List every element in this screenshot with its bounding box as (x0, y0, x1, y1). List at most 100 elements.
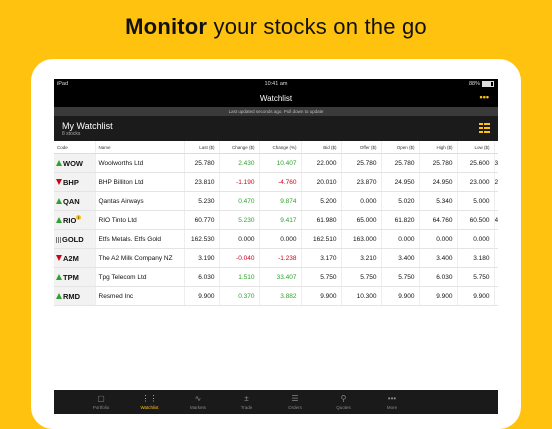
column-header[interactable]: Change (%) (259, 141, 302, 154)
tab-watchlist[interactable]: ⋮⋮ Watchlist (126, 390, 174, 414)
up-arrow-icon (56, 292, 62, 299)
cell-offer: 10.300 (341, 286, 382, 306)
cell-bid: 22.000 (301, 153, 342, 173)
stock-code[interactable]: BHP (54, 172, 96, 192)
stock-code[interactable]: RIO! (54, 210, 96, 230)
cell-cut: 4 (494, 210, 498, 230)
table-row[interactable]: RIO! RIO Tinto Ltd 60.770 5.230 9.417 61.980 6… (54, 210, 498, 230)
stock-code[interactable]: A2M (54, 248, 96, 268)
column-header[interactable]: Low ($) (457, 141, 495, 154)
more-options-icon[interactable]: ••• (480, 90, 489, 105)
cell-last: 60.770 (184, 210, 220, 230)
cell-low: 23.000 (457, 172, 495, 192)
cell-cut: 2 (494, 172, 498, 192)
column-header[interactable]: High ($) (419, 141, 458, 154)
column-header[interactable]: Name (95, 141, 185, 154)
stock-name: Etfs Metals. Etfs Gold (95, 229, 185, 249)
markets-icon: ∿ (194, 394, 202, 403)
cell-cut (494, 229, 498, 249)
tab-trade[interactable]: ± Trade (223, 390, 271, 414)
stock-code-label: TPM (63, 272, 79, 282)
cell-pct: 3.882 (259, 286, 302, 306)
stock-code[interactable]: RMD (54, 286, 96, 306)
cell-chg: 2.430 (219, 153, 260, 173)
cell-last: 5.230 (184, 191, 220, 211)
battery-indicator: 88% (469, 79, 494, 90)
column-header[interactable]: Bid ($) (301, 141, 342, 154)
stock-code[interactable]: GOLD (54, 229, 96, 249)
cell-high: 64.760 (419, 210, 458, 230)
table-header-row: Code Name Last ($) Change ($) Change (%) Bid … (54, 141, 498, 154)
cell-last: 6.030 (184, 267, 220, 287)
table-row[interactable]: RMD Resmed Inc 9.900 0.370 3.882 9.900 10.300 9… (54, 286, 498, 306)
cell-open: 24.950 (381, 172, 420, 192)
cell-pct: -1.238 (259, 248, 302, 268)
stock-code[interactable]: QAN (54, 191, 96, 211)
tab-quotes[interactable]: ⚲ Quotes (320, 390, 368, 414)
stock-name: Woolworths Ltd (95, 153, 185, 173)
watchlist-count: 8 stocks (62, 131, 81, 137)
cell-high: 0.000 (419, 229, 458, 249)
cell-pct: 9.417 (259, 210, 302, 230)
alert-badge-icon: ! (76, 215, 82, 220)
tab-label: Watchlist (140, 405, 159, 410)
cell-cut (494, 267, 498, 287)
cell-high: 3.400 (419, 248, 458, 268)
table-row[interactable]: A2M The A2 Milk Company NZ 3.190 -0.040 -1.2… (54, 248, 498, 268)
tab-label: Trade (240, 405, 253, 410)
promo-headline: Monitor your stocks on the go (0, 14, 552, 40)
table-row[interactable]: WOW Woolworths Ltd 25.780 2.430 10.407 22.000… (54, 153, 498, 173)
stock-code-label: RMD (63, 291, 81, 301)
cell-pct: 33.407 (259, 267, 302, 287)
cell-chg: 0.470 (219, 191, 260, 211)
stock-code-label: A2M (63, 253, 79, 263)
cell-bid: 20.010 (301, 172, 342, 192)
cell-last: 25.780 (184, 153, 220, 173)
stock-code[interactable]: WOW (54, 153, 96, 173)
column-header[interactable]: Change ($) (219, 141, 260, 154)
column-header[interactable]: Last ($) (184, 141, 220, 154)
cell-pct: 0.000 (259, 229, 302, 249)
up-arrow-icon (56, 197, 62, 204)
watchlist-name[interactable]: My Watchlist (62, 121, 113, 131)
watchlist-menu-icon[interactable] (479, 123, 490, 133)
cell-bid: 61.980 (301, 210, 342, 230)
up-arrow-icon (56, 217, 62, 223)
cell-chg: 5.230 (219, 210, 260, 230)
trade-icon: ± (244, 394, 249, 403)
column-header-overflow (494, 141, 498, 154)
stock-code-label: QAN (63, 196, 80, 206)
stock-code-label: WOW (63, 158, 83, 168)
cell-last: 9.900 (184, 286, 220, 306)
cell-pct: 10.407 (259, 153, 302, 173)
table-row[interactable]: QAN Qantas Airways 5.230 0.470 9.874 5.200 0.0… (54, 191, 498, 211)
column-header[interactable]: Open ($) (381, 141, 420, 154)
cell-open: 61.820 (381, 210, 420, 230)
stock-code[interactable]: TPM (54, 267, 96, 287)
table-row[interactable]: GOLD Etfs Metals. Etfs Gold 162.530 0.000 0.… (54, 229, 498, 249)
tab-more[interactable]: ••• More (368, 390, 416, 414)
cell-offer: 5.750 (341, 267, 382, 287)
column-header[interactable]: Offer ($) (341, 141, 382, 154)
cell-offer: 163.000 (341, 229, 382, 249)
table-row[interactable]: TPM Tpg Telecom Ltd 6.030 1.510 33.407 5.750 5… (54, 267, 498, 287)
cell-offer: 0.000 (341, 191, 382, 211)
quotes-icon: ⚲ (340, 394, 347, 403)
cell-open: 5.020 (381, 191, 420, 211)
table-row[interactable]: BHP BHP Billiton Ltd 23.810 -1.190 -4.760 20.… (54, 172, 498, 192)
tab-bar: ▢ Portfolio ⋮⋮ Watchlist ∿ Markets ± Trade ☰ Orde… (54, 390, 498, 414)
tab-markets[interactable]: ∿ Markets (174, 390, 222, 414)
tab-label: Portfolio (92, 405, 110, 410)
status-bar: iPad 10:41 am 88% (54, 79, 498, 90)
cell-low: 0.000 (457, 229, 495, 249)
cell-last: 162.530 (184, 229, 220, 249)
tab-portfolio[interactable]: ▢ Portfolio (77, 390, 125, 414)
cell-chg: 0.370 (219, 286, 260, 306)
column-header[interactable]: Code (54, 141, 96, 154)
cell-bid: 162.510 (301, 229, 342, 249)
stock-name: The A2 Milk Company NZ (95, 248, 185, 268)
cell-open: 5.750 (381, 267, 420, 287)
tab-orders[interactable]: ☰ Orders (271, 390, 319, 414)
cell-high: 5.340 (419, 191, 458, 211)
stock-name: Resmed Inc (95, 286, 185, 306)
